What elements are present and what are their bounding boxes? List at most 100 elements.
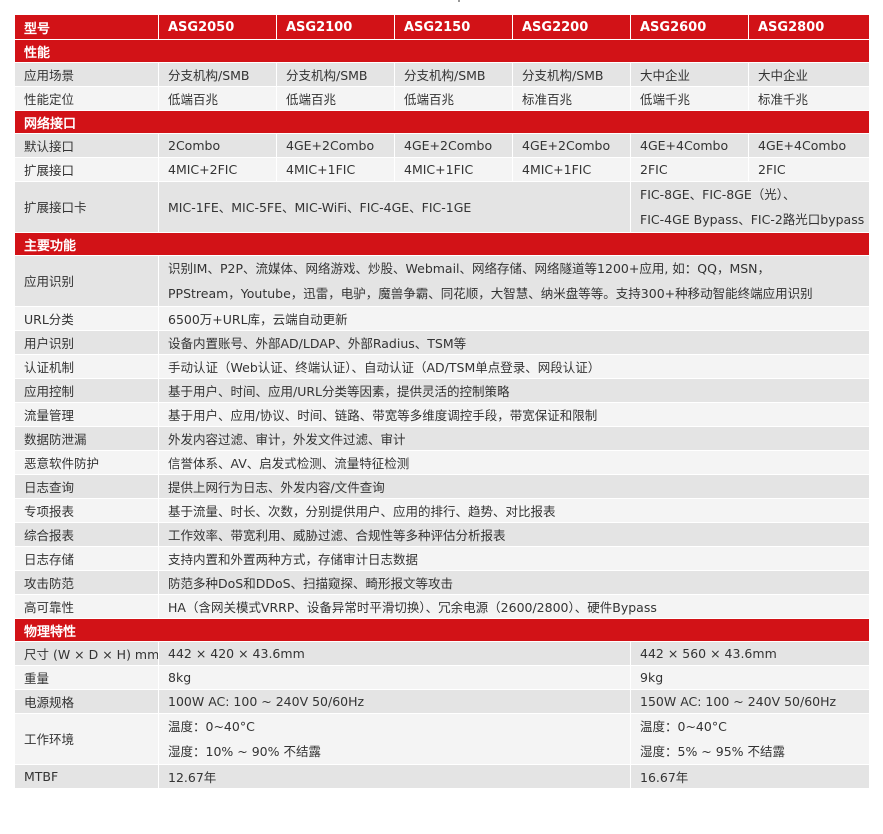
row-label: 日志存储 [14,546,159,571]
table-row: 流量管理 基于用户、应用/协议、时间、链路、带宽等多维度调控手段，带宽保证和限制 [14,402,870,427]
cell-low-models: MIC-1FE、MIC-5FE、MIC-WiFi、FIC-4GE、FIC-1GE [158,181,631,233]
section-title: 网络接口 [14,110,870,134]
table-row: URL分类 6500万+URL库，云端自动更新 [14,306,870,331]
cell: 大中企业 [630,62,749,87]
cell-line: 温度：0~40°C [168,719,255,734]
cell: 4GE+4Combo [630,133,749,158]
model-header: ASG2600 [630,14,749,40]
table-row: 日志存储 支持内置和外置两种方式，存储审计日志数据 [14,546,870,571]
cell-wide: 识别IM、P2P、流媒体、网络游戏、炒股、Webmail、网络存储、网络隧道等1… [158,255,870,307]
cell: 4GE+4Combo [748,133,870,158]
table-row: 电源规格 100W AC: 100 ~ 240V 50/60Hz 150W AC… [14,689,870,714]
cell-low-models: 12.67年 [158,764,631,789]
row-label: 扩展接口卡 [14,181,159,233]
cell-wide: 设备内置账号、外部AD/LDAP、外部Radius、TSM等 [158,330,870,355]
cell: 4GE+2Combo [276,133,395,158]
header-row: 型号 ASG2050 ASG2100 ASG2150 ASG2200 ASG26… [14,14,870,40]
row-label: 默认接口 [14,133,159,158]
cell-low-models: 温度：0~40°C 湿度：10% ~ 90% 不结露 [158,713,631,765]
cell: 大中企业 [748,62,870,87]
table-row: 数据防泄漏 外发内容过滤、审计，外发文件过滤、审计 [14,426,870,451]
header-label: 型号 [14,14,159,40]
row-label: 重量 [14,665,159,690]
stray-dot [458,0,460,2]
cell-high-models: 温度：0~40°C 湿度：5% ~ 95% 不结露 [630,713,870,765]
cell: 4MIC+1FIC [394,157,513,182]
cell-wide: 信誉体系、AV、启发式检测、流量特征检测 [158,450,870,475]
table-row: 用户识别 设备内置账号、外部AD/LDAP、外部Radius、TSM等 [14,330,870,355]
cell: 分支机构/SMB [158,62,277,87]
row-label: 用户识别 [14,330,159,355]
cell: 4GE+2Combo [512,133,631,158]
cell-line: 识别IM、P2P、流媒体、网络游戏、炒股、Webmail、网络存储、网络隧道等1… [168,261,771,276]
row-label: 应用控制 [14,378,159,403]
cell-wide: 外发内容过滤、审计，外发文件过滤、审计 [158,426,870,451]
cell-high-models: 9kg [630,665,870,690]
cell-wide: 工作效率、带宽利用、威胁过滤、合规性等多种评估分析报表 [158,522,870,547]
table-row: MTBF 12.67年 16.67年 [14,764,870,789]
spec-table: 型号 ASG2050 ASG2100 ASG2150 ASG2200 ASG26… [14,14,870,789]
cell-wide: HA（含网关模式VRRP、设备异常时平滑切换）、冗余电源（2600/2800）、… [158,594,870,619]
cell: 低端百兆 [276,86,395,111]
cell-wide: 基于用户、应用/协议、时间、链路、带宽等多维度调控手段，带宽保证和限制 [158,402,870,427]
section-header-functions: 主要功能 [14,232,870,256]
cell: 分支机构/SMB [276,62,395,87]
model-header: ASG2800 [748,14,870,40]
row-label: 数据防泄漏 [14,426,159,451]
cell-low-models: 100W AC: 100 ~ 240V 50/60Hz [158,689,631,714]
row-label: 认证机制 [14,354,159,379]
row-label: MTBF [14,764,159,789]
model-header: ASG2150 [394,14,513,40]
row-label: 工作环境 [14,713,159,765]
cell: 分支机构/SMB [512,62,631,87]
cell: 标准千兆 [748,86,870,111]
row-label: URL分类 [14,306,159,331]
model-header: ASG2100 [276,14,395,40]
cell: 标准百兆 [512,86,631,111]
table-row: 工作环境 温度：0~40°C 湿度：10% ~ 90% 不结露 温度：0~40°… [14,713,870,765]
cell-high-models: 16.67年 [630,764,870,789]
cell: 4MIC+1FIC [512,157,631,182]
row-label: 应用识别 [14,255,159,307]
cell-wide: 支持内置和外置两种方式，存储审计日志数据 [158,546,870,571]
row-label: 恶意软件防护 [14,450,159,475]
cell-line: FIC-8GE、FIC-8GE（光）、 [640,187,796,202]
section-header-performance: 性能 [14,39,870,63]
cell-wide: 提供上网行为日志、外发内容/文件查询 [158,474,870,499]
cell-high-models: 442 × 560 × 43.6mm [630,641,870,666]
table-row: 综合报表 工作效率、带宽利用、威胁过滤、合规性等多种评估分析报表 [14,522,870,547]
section-header-physical: 物理特性 [14,618,870,642]
cell-low-models: 442 × 420 × 43.6mm [158,641,631,666]
table-row: 应用识别 识别IM、P2P、流媒体、网络游戏、炒股、Webmail、网络存储、网… [14,255,870,307]
cell-wide: 6500万+URL库，云端自动更新 [158,306,870,331]
table-row: 专项报表 基于流量、时长、次数，分别提供用户、应用的排行、趋势、对比报表 [14,498,870,523]
cell-line: PPStream，Youtube，迅雷，电驴，魔兽争霸、同花顺，大智慧、纳米盘等… [168,286,813,301]
spec-table-container: 型号 ASG2050 ASG2100 ASG2150 ASG2200 ASG26… [14,14,870,789]
table-row: 高可靠性 HA（含网关模式VRRP、设备异常时平滑切换）、冗余电源（2600/28… [14,594,870,619]
table-row: 恶意软件防护 信誉体系、AV、启发式检测、流量特征检测 [14,450,870,475]
cell-line: FIC-4GE Bypass、FIC-2路光口bypass [640,212,865,227]
section-title: 性能 [14,39,870,63]
model-header: ASG2050 [158,14,277,40]
row-label: 高可靠性 [14,594,159,619]
cell-wide: 基于流量、时长、次数，分别提供用户、应用的排行、趋势、对比报表 [158,498,870,523]
row-label: 综合报表 [14,522,159,547]
row-label: 流量管理 [14,402,159,427]
cell: 分支机构/SMB [394,62,513,87]
cell-wide: 防范多种DoS和DDoS、扫描窥探、畸形报文等攻击 [158,570,870,595]
table-row: 攻击防范 防范多种DoS和DDoS、扫描窥探、畸形报文等攻击 [14,570,870,595]
row-label: 性能定位 [14,86,159,111]
row-label: 扩展接口 [14,157,159,182]
table-row: 扩展接口卡 MIC-1FE、MIC-5FE、MIC-WiFi、FIC-4GE、F… [14,181,870,233]
section-title: 主要功能 [14,232,870,256]
row-label: 日志查询 [14,474,159,499]
cell-line: 温度：0~40°C [640,719,727,734]
cell-wide: 基于用户、时间、应用/URL分类等因素，提供灵活的控制策略 [158,378,870,403]
model-header: ASG2200 [512,14,631,40]
row-label: 攻击防范 [14,570,159,595]
table-row: 认证机制 手动认证（Web认证、终端认证）、自动认证（AD/TSM单点登录、网段认… [14,354,870,379]
cell-high-models: 150W AC: 100 ~ 240V 50/60Hz [630,689,870,714]
table-row: 应用场景 分支机构/SMB 分支机构/SMB 分支机构/SMB 分支机构/SMB… [14,62,870,87]
section-title: 物理特性 [14,618,870,642]
cell: 低端百兆 [158,86,277,111]
